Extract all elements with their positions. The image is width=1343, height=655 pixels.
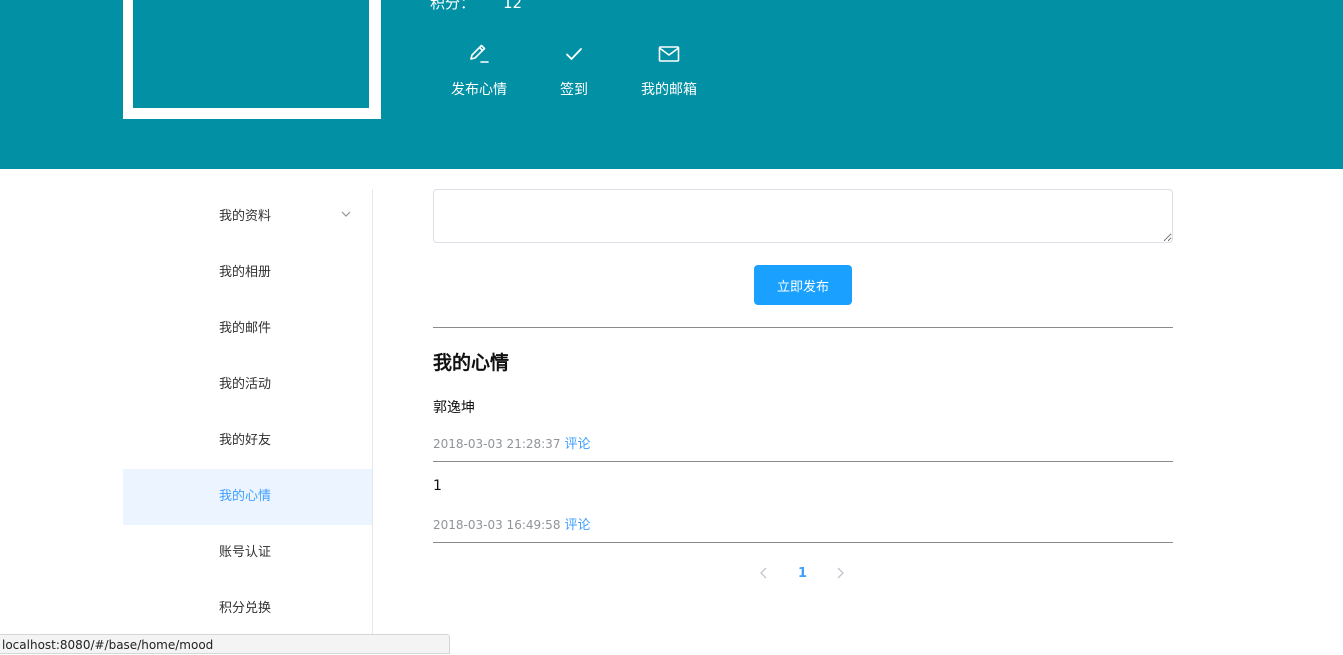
chevron-right-icon[interactable] xyxy=(835,563,845,587)
sidebar-menu: 我的资料 我的相册 我的邮件 我的活动 我的好友 我的心情 账号认证 积分兑换 xyxy=(123,189,373,652)
sidebar-item-label: 我的心情 xyxy=(219,489,272,504)
sidebar-item-mood[interactable]: 我的心情 xyxy=(123,469,372,525)
status-bar-url: localhost:8080/#/base/home/mood xyxy=(0,634,450,654)
divider xyxy=(433,327,1173,328)
sidebar-item-label: 账号认证 xyxy=(219,545,272,560)
mood-textarea[interactable] xyxy=(433,189,1173,243)
sidebar-item-label: 我的邮件 xyxy=(219,321,272,336)
sidebar-item-label: 积分兑换 xyxy=(219,601,272,616)
sidebar-item-friends[interactable]: 我的好友 xyxy=(123,413,372,469)
my-mailbox-action[interactable]: 我的邮箱 xyxy=(624,42,714,99)
sidebar-item-album[interactable]: 我的相册 xyxy=(123,245,372,301)
edit-icon xyxy=(434,42,524,66)
mood-post-meta: 2018-03-03 21:28:37 评论 xyxy=(433,433,590,452)
sidebar-item-label: 我的资料 xyxy=(219,209,272,224)
publish-mood-action[interactable]: 发布心情 xyxy=(434,42,524,99)
sidebar-item-profile[interactable]: 我的资料 xyxy=(123,189,372,245)
sidebar-item-verification[interactable]: 账号认证 xyxy=(123,525,372,581)
check-in-label: 签到 xyxy=(560,82,588,98)
my-mailbox-label: 我的邮箱 xyxy=(641,82,697,98)
sidebar-item-label: 我的好友 xyxy=(219,433,272,448)
mood-post-time: 2018-03-03 16:49:58 xyxy=(433,518,561,532)
publish-mood-label: 发布心情 xyxy=(451,82,507,98)
sidebar-item-activities[interactable]: 我的活动 xyxy=(123,357,372,413)
section-title: 我的心情 xyxy=(433,352,510,374)
mail-icon xyxy=(624,42,714,66)
mood-post-text: 郭逸坤 xyxy=(433,400,475,416)
sidebar-item-points-exchange[interactable]: 积分兑换 xyxy=(123,581,372,637)
mood-post-text: 1 xyxy=(433,478,442,494)
avatar-frame xyxy=(123,0,381,119)
chevron-down-icon xyxy=(340,189,352,245)
divider xyxy=(433,461,1173,462)
avatar[interactable] xyxy=(133,0,369,108)
divider xyxy=(433,542,1173,543)
check-in-action[interactable]: 签到 xyxy=(529,42,619,99)
points-value: 12 xyxy=(503,0,523,12)
sidebar-item-label: 我的相册 xyxy=(219,265,272,280)
sidebar-item-mail[interactable]: 我的邮件 xyxy=(123,301,372,357)
chevron-left-icon[interactable] xyxy=(759,563,769,587)
sidebar-item-label: 我的活动 xyxy=(219,377,272,392)
points-label: 积分： xyxy=(430,0,476,12)
mood-post-meta: 2018-03-03 16:49:58 评论 xyxy=(433,514,590,533)
mood-post-time: 2018-03-03 21:28:37 xyxy=(433,437,561,451)
profile-header: 积分： 12 发布心情 签到 我的邮箱 xyxy=(0,0,1343,169)
comment-link[interactable]: 评论 xyxy=(564,518,590,533)
points-display: 积分： 12 xyxy=(430,0,522,13)
check-icon xyxy=(529,42,619,66)
comment-link[interactable]: 评论 xyxy=(564,437,590,452)
page-number[interactable]: 1 xyxy=(798,566,807,581)
publish-now-button[interactable]: 立即发布 xyxy=(754,265,852,305)
